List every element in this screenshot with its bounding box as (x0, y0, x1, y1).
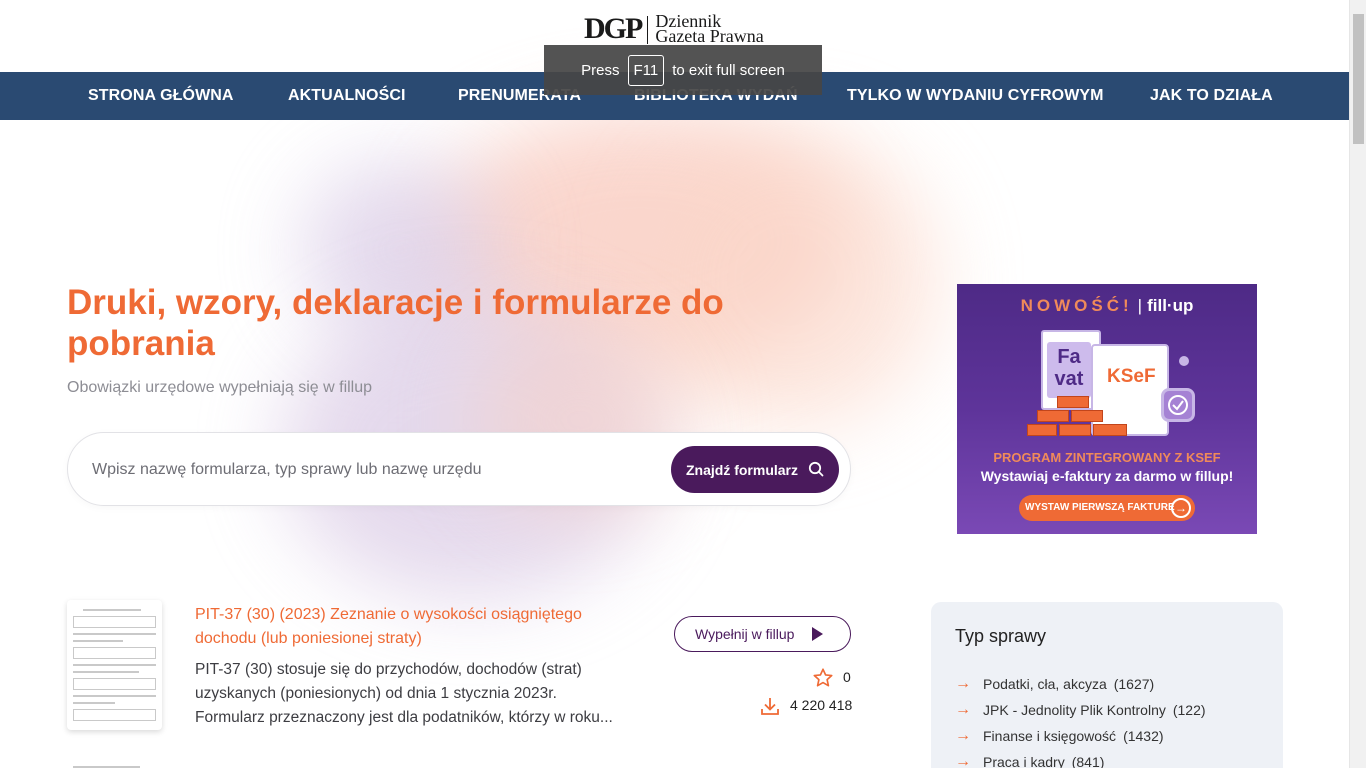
page-title: Druki, wzory, deklaracje i formularze do… (67, 283, 724, 363)
result-title-link[interactable]: PIT-37 (30) (2023) Zeznanie o wysokości … (195, 603, 635, 651)
search-icon (808, 461, 824, 477)
sidebar-item-count: (122) (1172, 702, 1206, 718)
find-form-button-label: Znajdź formularz (686, 461, 799, 478)
result-description: PIT-37 (30) stosuje się do przychodów, d… (195, 661, 613, 726)
nav-item-digital-only[interactable]: TYLKO W WYDANIU CYFROWYM (847, 72, 1104, 120)
form-thumbnail[interactable] (67, 600, 162, 730)
toast-text-after: to exit full screen (672, 61, 785, 79)
sidebar-item-label: Praca i kadry (983, 754, 1065, 768)
nav-item-home[interactable]: STRONA GŁÓWNA (88, 72, 234, 120)
case-type-sidebar: Typ sprawy → Podatki, cła, akcyza (1627)… (931, 602, 1283, 768)
search-bar: Znajdź formularz (67, 432, 851, 506)
ad-card2-text: KSeF (1107, 366, 1156, 387)
fill-button-label: Wypełnij w fillup (695, 626, 795, 642)
find-form-button[interactable]: Znajdź formularz (671, 446, 839, 493)
arrow-right-icon: → (1171, 498, 1191, 518)
sidebar-item-taxes[interactable]: → Podatki, cła, akcyza (1627) (955, 674, 1154, 694)
arrow-right-icon: → (955, 753, 971, 768)
toast-text-before: Press (581, 61, 620, 79)
download-icon[interactable] (760, 696, 780, 716)
star-icon[interactable] (812, 667, 834, 689)
play-icon (812, 627, 823, 641)
sidebar-item-jpk[interactable]: → JPK - Jednolity Plik Kontrolny (122) (955, 700, 1206, 720)
site-logo[interactable]: DGP Dziennik Gazeta Prawna (584, 12, 764, 48)
page-scrollbar[interactable] (1349, 0, 1366, 768)
ad-cta-button[interactable]: WYSTAW PIERWSZĄ FAKTURĘ → (1019, 495, 1195, 521)
logo-divider (647, 16, 649, 44)
arrow-right-icon: → (955, 727, 971, 744)
arrow-right-icon: → (955, 701, 971, 718)
background-blob-peach-2 (640, 130, 940, 430)
next-form-thumbnail[interactable] (67, 760, 162, 768)
downloads-count: 4 220 418 (790, 697, 853, 713)
sidebar-item-count: (841) (1071, 754, 1105, 768)
page: DGP Dziennik Gazeta Prawna STRONA GŁÓWNA… (0, 0, 1366, 768)
ad-divider: | (1137, 296, 1143, 315)
ad-bricks-illustration (1027, 394, 1131, 438)
ad-header: NOWOŚĆ! | fill·up (957, 296, 1257, 316)
toast-key: F11 (627, 54, 665, 86)
fill-in-fillup-button[interactable]: Wypełnij w fillup (674, 616, 851, 652)
ad-decor-dot (1179, 356, 1189, 366)
sidebar-item-label: JPK - Jednolity Plik Kontrolny (983, 702, 1166, 718)
ad-check-icon (1161, 388, 1195, 422)
fullscreen-toast: Press F11 to exit full screen (544, 45, 822, 95)
logo-name-line2: Gazeta Prawna (655, 26, 764, 46)
page-subtitle: Obowiązki urzędowe wypełniają się w fill… (67, 379, 373, 396)
scrollbar-thumb[interactable] (1353, 14, 1364, 144)
nav-item-news[interactable]: AKTUALNOŚCI (288, 72, 406, 120)
sidebar-item-count: (1432) (1123, 728, 1164, 744)
ad-tagline: Wystawiaj e-faktury za darmo w fillup! (980, 468, 1234, 484)
nav-item-how-it-works[interactable]: JAK TO DZIAŁA (1150, 72, 1273, 120)
sidebar-item-label: Podatki, cła, akcyza (983, 676, 1107, 692)
ad-card1-text: Fa vat (1047, 342, 1091, 398)
ad-cta-label: WYSTAW PIERWSZĄ FAKTURĘ (1025, 502, 1175, 513)
sidebar-item-hr[interactable]: → Praca i kadry (841) (955, 752, 1104, 768)
logo-name: Dziennik Gazeta Prawna (655, 12, 764, 46)
logo-mark: DGP (584, 12, 643, 45)
sidebar-item-finance[interactable]: → Finanse i księgowość (1432) (955, 726, 1164, 746)
ad-headline: PROGRAM ZINTEGROWANY Z KSEF (993, 450, 1221, 465)
favorites-count: 0 (843, 669, 851, 685)
check-icon (1168, 395, 1188, 415)
sidebar-title: Typ sprawy (955, 626, 1047, 646)
ad-badge-new: NOWOŚĆ! (1020, 296, 1133, 315)
sidebar-item-label: Finanse i księgowość (983, 728, 1117, 744)
search-input[interactable] (92, 455, 652, 485)
ad-banner-fillup[interactable]: NOWOŚĆ! | fill·up Fa vat KSeF PROGRAM ZINT… (957, 284, 1257, 534)
sidebar-item-count: (1627) (1113, 676, 1155, 692)
arrow-right-icon: → (955, 675, 971, 692)
ad-brand: fill·up (1147, 296, 1194, 315)
